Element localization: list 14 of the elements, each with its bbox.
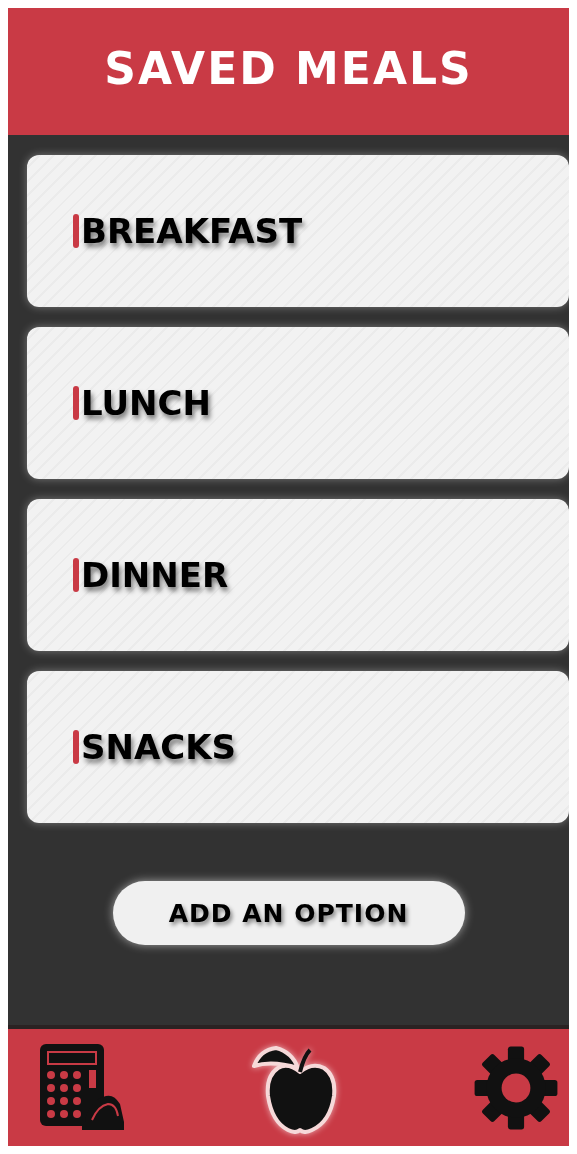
- accent-bar: [73, 558, 79, 592]
- meal-card[interactable]: DINNER: [27, 499, 569, 651]
- meal-label: LUNCH: [81, 383, 211, 423]
- accent-bar: [73, 214, 79, 248]
- page-title: SAVED MEALS: [104, 43, 473, 94]
- meal-card[interactable]: BREAKFAST: [27, 155, 569, 307]
- meal-label: SNACKS: [81, 727, 237, 767]
- meal-label: BREAKFAST: [81, 211, 303, 251]
- add-option-button[interactable]: ADD AN OPTION: [112, 881, 465, 945]
- meal-card[interactable]: SNACKS: [27, 671, 569, 823]
- meal-label: DINNER: [81, 555, 229, 595]
- meal-card[interactable]: LUNCH: [27, 327, 569, 479]
- accent-bar: [73, 730, 79, 764]
- accent-bar: [73, 386, 79, 420]
